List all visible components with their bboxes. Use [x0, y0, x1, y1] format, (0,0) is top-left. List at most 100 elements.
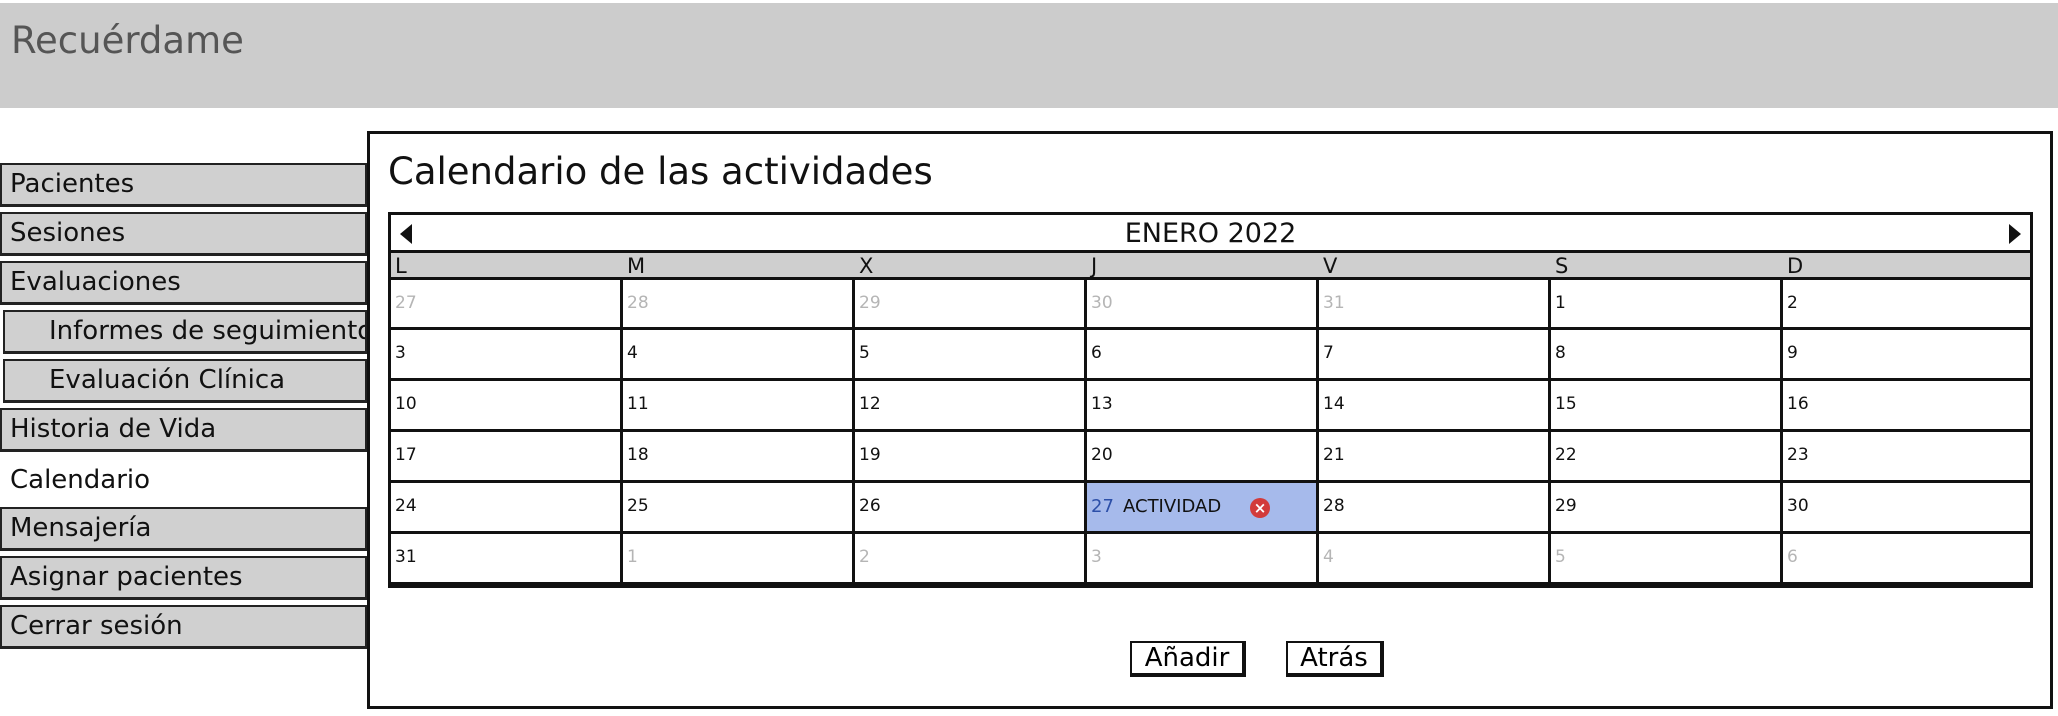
activity-label[interactable]: ACTIVIDAD [1123, 496, 1221, 517]
calendar-day-cell[interactable]: 8 [1551, 330, 1783, 381]
calendar-day-cell[interactable]: 7 [1319, 330, 1551, 381]
calendar-day-cell[interactable]: 25 [623, 483, 855, 534]
day-number: 3 [1091, 547, 1102, 567]
day-number: 4 [1323, 547, 1334, 567]
day-number: 28 [1323, 496, 1345, 516]
calendar-day-cell[interactable]: 1 [623, 534, 855, 585]
day-number: 24 [395, 496, 417, 516]
day-number: 8 [1555, 343, 1566, 363]
calendar-day-cell[interactable]: 31 [1319, 280, 1551, 330]
day-number: 12 [859, 394, 881, 414]
weekday-label: X [859, 254, 874, 278]
calendar-day-cell[interactable]: 16 [1783, 381, 2030, 432]
sidebar-item-evaluaciones[interactable]: Evaluaciones [0, 261, 368, 305]
page-title: Calendario de las actividades [388, 150, 933, 193]
calendar-navigation: ENERO 2022 [391, 215, 2030, 253]
day-number: 15 [1555, 394, 1577, 414]
day-number: 28 [627, 293, 649, 313]
sidebar-item-evaluacion-clinica[interactable]: Evaluación Clínica [3, 359, 368, 403]
sidebar-item-cerrar-sesion[interactable]: Cerrar sesión [0, 605, 368, 649]
day-number: 10 [395, 394, 417, 414]
next-month-arrow-icon[interactable] [2009, 224, 2021, 244]
day-number: 11 [627, 394, 649, 414]
calendar-day-cell[interactable]: 10 [391, 381, 623, 432]
day-number: 14 [1323, 394, 1345, 414]
sidebar-item-historia-de-vida[interactable]: Historia de Vida [0, 408, 368, 452]
calendar-day-cell[interactable]: 27 ACTIVIDAD × [1087, 483, 1319, 534]
calendar-day-cell[interactable]: 22 [1551, 432, 1783, 483]
calendar-day-cell[interactable]: 2 [855, 534, 1087, 585]
weekday-label: V [1323, 254, 1338, 278]
calendar-day-cell[interactable]: 6 [1783, 534, 2030, 585]
weekday-label: M [627, 254, 646, 278]
calendar-day-cell[interactable]: 17 [391, 432, 623, 483]
day-number: 16 [1787, 394, 1809, 414]
day-number: 29 [1555, 496, 1577, 516]
weekday-label: J [1091, 254, 1098, 278]
day-number: 17 [395, 445, 417, 465]
day-number: 13 [1091, 394, 1113, 414]
calendar-day-cell[interactable]: 31 [391, 534, 623, 585]
calendar-day-cell[interactable]: 15 [1551, 381, 1783, 432]
day-number: 20 [1091, 445, 1113, 465]
sidebar-item-informes-de-seguimiento[interactable]: Informes de seguimiento [3, 310, 368, 354]
calendar-day-cell[interactable]: 28 [1319, 483, 1551, 534]
calendar-day-cell[interactable]: 29 [855, 280, 1087, 330]
sidebar-item-calendario[interactable]: Calendario [0, 459, 368, 503]
sidebar-item-mensajeria[interactable]: Mensajería [0, 507, 368, 551]
calendar-day-cell[interactable]: 12 [855, 381, 1087, 432]
calendar-day-cell[interactable]: 20 [1087, 432, 1319, 483]
calendar-day-cell[interactable]: 5 [855, 330, 1087, 381]
calendar-day-cell[interactable]: 4 [623, 330, 855, 381]
calendar-day-cell[interactable]: 30 [1783, 483, 2030, 534]
day-number: 26 [859, 496, 881, 516]
day-number: 23 [1787, 445, 1809, 465]
day-number: 4 [627, 343, 638, 363]
calendar-day-cell[interactable]: 23 [1783, 432, 2030, 483]
calendar-day-cell[interactable]: 11 [623, 381, 855, 432]
day-number: 31 [395, 547, 417, 567]
calendar-day-cell[interactable]: 4 [1319, 534, 1551, 585]
calendar-day-cell[interactable]: 2 [1783, 280, 2030, 330]
day-number: 5 [1555, 547, 1566, 567]
day-number: 3 [395, 343, 406, 363]
day-number: 5 [859, 343, 870, 363]
calendar-day-cell[interactable]: 21 [1319, 432, 1551, 483]
calendar-day-cell[interactable]: 29 [1551, 483, 1783, 534]
day-number: 2 [859, 547, 870, 567]
calendar: ENERO 2022 LMXJVSD 27 28 29 30 31 1 2 3 4 5 6 7 8 9 10… [388, 212, 2033, 588]
calendar-day-cell[interactable]: 3 [391, 330, 623, 381]
calendar-day-cell[interactable]: 28 [623, 280, 855, 330]
calendar-day-cell[interactable]: 14 [1319, 381, 1551, 432]
calendar-day-cell[interactable]: 18 [623, 432, 855, 483]
sidebar-item-asignar-pacientes[interactable]: Asignar pacientes [0, 556, 368, 600]
calendar-day-cell[interactable]: 27 [391, 280, 623, 330]
add-button[interactable]: Añadir [1130, 641, 1246, 677]
calendar-day-cell[interactable]: 9 [1783, 330, 2030, 381]
calendar-day-cell[interactable]: 30 [1087, 280, 1319, 330]
sidebar-item-sesiones[interactable]: Sesiones [0, 212, 368, 256]
calendar-day-cell[interactable]: 24 [391, 483, 623, 534]
calendar-day-cell[interactable]: 3 [1087, 534, 1319, 585]
month-label: ENERO 2022 [1124, 218, 1297, 249]
day-number: 25 [627, 496, 649, 516]
day-number: 30 [1091, 293, 1113, 313]
remove-activity-icon[interactable]: × [1250, 498, 1270, 518]
day-number: 1 [627, 547, 638, 567]
day-number: 6 [1787, 547, 1798, 567]
calendar-day-cell[interactable]: 6 [1087, 330, 1319, 381]
day-number: 1 [1555, 293, 1566, 313]
day-number: 21 [1323, 445, 1345, 465]
calendar-day-cell[interactable]: 1 [1551, 280, 1783, 330]
back-button[interactable]: Atrás [1286, 641, 1384, 677]
calendar-day-cell[interactable]: 13 [1087, 381, 1319, 432]
day-number: 30 [1787, 496, 1809, 516]
day-number: 19 [859, 445, 881, 465]
day-number: 2 [1787, 293, 1798, 313]
calendar-day-cell[interactable]: 19 [855, 432, 1087, 483]
sidebar-item-pacientes[interactable]: Pacientes [0, 163, 368, 207]
calendar-day-cell[interactable]: 26 [855, 483, 1087, 534]
calendar-day-cell[interactable]: 5 [1551, 534, 1783, 585]
day-number: 22 [1555, 445, 1577, 465]
weekday-header: LMXJVSD [391, 253, 2030, 280]
